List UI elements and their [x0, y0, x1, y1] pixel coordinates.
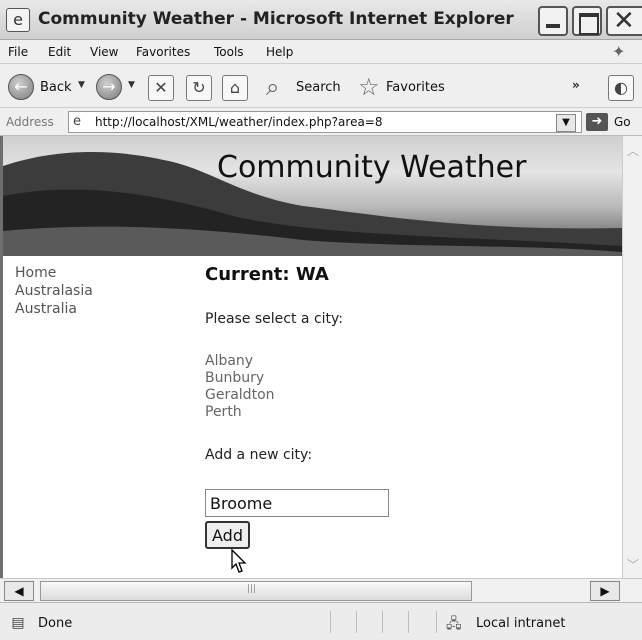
page-status-icon: ▤	[11, 615, 25, 631]
forward-arrow-icon[interactable]: →	[96, 74, 122, 100]
close-button[interactable]	[606, 6, 642, 36]
menu-view[interactable]: View	[90, 45, 118, 59]
maximize-button[interactable]	[572, 6, 602, 36]
title-bar: e Community Weather - Microsoft Internet…	[0, 0, 642, 40]
nav-link-australia[interactable]: Australia	[15, 300, 93, 318]
status-text: Done	[38, 616, 73, 631]
banner-image: Community Weather	[3, 136, 622, 256]
windows-logo-icon: ✦	[612, 42, 626, 61]
forward-dropdown-icon[interactable]: ▼	[128, 80, 135, 90]
vertical-scrollbar[interactable]: ︿ ﹀	[622, 136, 642, 578]
add-city-prompt: Add a new city:	[205, 447, 313, 463]
security-zone-text: Local intranet	[476, 616, 566, 631]
home-icon[interactable]: ⌂	[222, 75, 248, 101]
toolbar-overflow-chevron[interactable]: »	[572, 78, 580, 92]
address-url[interactable]: http://localhost/XML/weather/index.php?a…	[95, 115, 383, 129]
status-divider	[356, 611, 357, 633]
new-city-input[interactable]	[205, 489, 389, 517]
nav-link-home[interactable]: Home	[15, 264, 93, 282]
search-button-label[interactable]: Search	[296, 80, 341, 95]
minimize-button[interactable]	[538, 6, 568, 36]
local-intranet-icon: 🖧	[446, 616, 462, 632]
mouse-pointer-icon	[231, 548, 247, 573]
page-viewport: Community Weather Home Australasia Austr…	[0, 136, 622, 578]
ie-page-icon[interactable]: e	[6, 8, 30, 32]
search-icon[interactable]: ⌕	[266, 73, 279, 101]
favorites-star-icon[interactable]: ☆	[358, 73, 380, 101]
menu-tools[interactable]: Tools	[214, 45, 244, 59]
stop-icon[interactable]: ✕	[148, 75, 174, 101]
status-divider	[408, 611, 409, 633]
address-dropdown-icon[interactable]: ▼	[556, 114, 576, 132]
city-list: Albany Bunbury Geraldton Perth	[205, 353, 605, 421]
menu-edit[interactable]: Edit	[48, 45, 71, 59]
address-bar: Address e http://localhost/XML/weather/i…	[0, 108, 642, 136]
nav-link-australasia[interactable]: Australasia	[15, 282, 93, 300]
address-input[interactable]: e http://localhost/XML/weather/index.php…	[68, 111, 582, 133]
menu-help[interactable]: Help	[266, 45, 293, 59]
main-content: Current: WA Please select a city: Albany…	[205, 264, 605, 549]
add-city-button[interactable]: Add	[205, 521, 250, 549]
horizontal-scrollbar[interactable]: ◀ ▶	[0, 578, 642, 602]
city-link-albany[interactable]: Albany	[205, 353, 605, 370]
horizontal-scroll-thumb[interactable]	[40, 581, 472, 601]
select-city-prompt: Please select a city:	[205, 311, 344, 327]
scroll-right-icon[interactable]: ▶	[590, 581, 620, 601]
status-divider	[436, 611, 437, 633]
menu-file[interactable]: File	[8, 45, 28, 59]
status-divider	[330, 611, 331, 633]
menu-favorites[interactable]: Favorites	[136, 45, 190, 59]
city-link-geraldton[interactable]: Geraldton	[205, 387, 605, 404]
menu-bar: File Edit View Favorites Tools Help ✦	[0, 40, 642, 64]
banner-title: Community Weather	[217, 150, 527, 185]
refresh-icon[interactable]: ↻	[186, 75, 212, 101]
window-title: Community Weather - Microsoft Internet E…	[38, 9, 514, 29]
go-arrow-icon[interactable]: ➜	[586, 113, 608, 131]
go-button-label[interactable]: Go	[614, 115, 631, 129]
scroll-left-icon[interactable]: ◀	[4, 581, 34, 601]
scroll-up-icon[interactable]: ︿	[627, 142, 639, 159]
address-label: Address	[6, 115, 54, 129]
page-heading: Current: WA	[205, 264, 329, 285]
city-link-bunbury[interactable]: Bunbury	[205, 370, 605, 387]
status-bar: ▤ Done 🖧 Local intranet	[0, 602, 642, 640]
city-link-perth[interactable]: Perth	[205, 404, 605, 421]
messenger-icon[interactable]: ◐	[608, 75, 634, 101]
left-nav: Home Australasia Australia	[15, 264, 93, 318]
standard-toolbar: ← Back ▼ → ▼ ✕ ↻ ⌂ ⌕ Search ☆ Favorites …	[0, 64, 642, 108]
back-button-label[interactable]: Back	[40, 80, 72, 95]
back-arrow-icon[interactable]: ←	[8, 74, 34, 100]
page-icon: e	[73, 114, 81, 129]
scroll-down-icon[interactable]: ﹀	[627, 556, 639, 573]
back-dropdown-icon[interactable]: ▼	[78, 80, 85, 90]
favorites-button-label[interactable]: Favorites	[386, 80, 445, 95]
status-divider	[382, 611, 383, 633]
